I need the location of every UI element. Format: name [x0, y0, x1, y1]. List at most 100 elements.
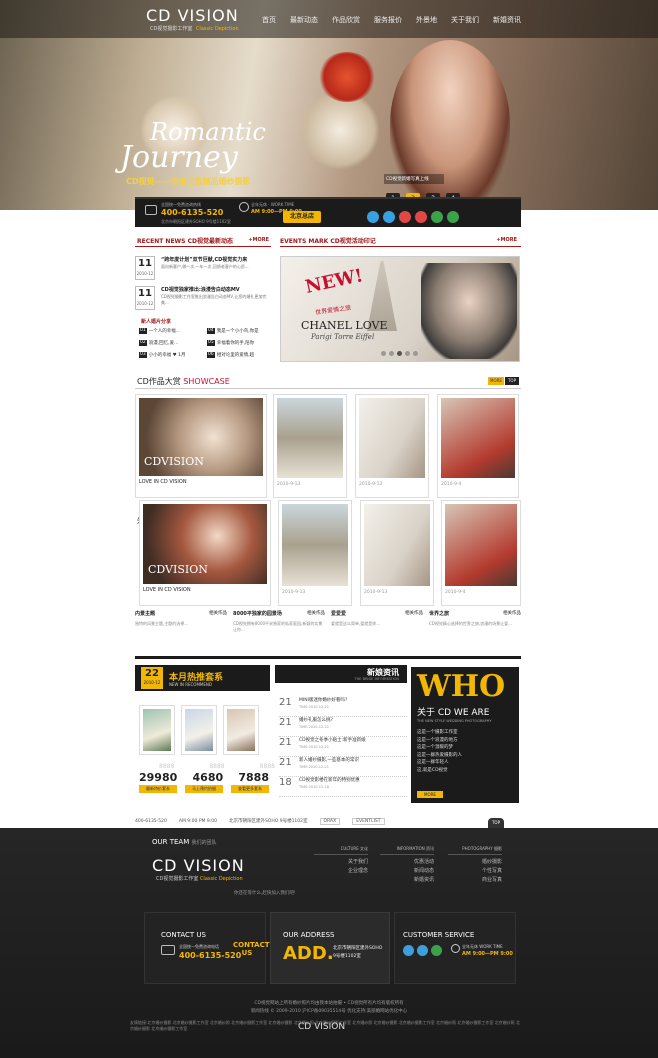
- logo-tagline-en: Classic Depiction: [195, 26, 239, 32]
- who-big: WHO: [417, 669, 506, 704]
- service-icons: [403, 945, 442, 956]
- showcase-item[interactable]: 2010-9-13: [355, 394, 429, 498]
- bride-news-item[interactable]: 21 新人婚纱摄影,一些基本的常识 TIME:2010-12-21: [279, 757, 407, 777]
- showcase-item-featured[interactable]: CDVISION LOVE IN CD VISION: [139, 500, 271, 606]
- share-item[interactable]: 05 幸福着你的手,陪你: [207, 340, 271, 346]
- category-card[interactable]: 爱爱爱 相关作品 爱就是这么简单,爱就是你...: [331, 610, 423, 650]
- hq-button[interactable]: 北京总店: [283, 211, 321, 223]
- share-item[interactable]: 02 浪漫,回忆,爱...: [139, 340, 203, 346]
- back-to-top[interactable]: TOP: [488, 818, 504, 828]
- promo-button[interactable]: 查看更多套系: [231, 785, 269, 793]
- promo-photo[interactable]: [139, 705, 175, 755]
- bride-news-item[interactable]: 21 CD视觉之冬季小贴士:新手准新娘 TIME:2010-12-21: [279, 737, 407, 757]
- promo-photo[interactable]: [223, 705, 259, 755]
- footer-link[interactable]: 企业理念: [314, 867, 368, 874]
- category-link[interactable]: 相关作品: [209, 610, 227, 616]
- category-link[interactable]: 相关作品: [503, 610, 521, 616]
- events-dot-5[interactable]: [413, 351, 418, 356]
- nav-pricing[interactable]: 服务报价: [374, 15, 402, 25]
- promo-button[interactable]: 马上预约拍摄: [185, 785, 223, 793]
- category-desc: 爱就是这么简单,爱就是你...: [331, 621, 381, 626]
- events-banner[interactable]: NEW! 世界爱情之旅 CHANEL LOVE Parigi Torre Eif…: [280, 256, 520, 362]
- promo-photo[interactable]: [181, 705, 217, 755]
- category-link[interactable]: 相关作品: [405, 610, 423, 616]
- msn-icon-2[interactable]: [447, 211, 459, 223]
- recent-news-more[interactable]: +MORE: [248, 237, 269, 243]
- phone-icon: [145, 205, 157, 215]
- news-date-1-ym: 2010-12: [136, 271, 154, 276]
- category-card[interactable]: 内景主题 相关作品 独特的风景主题,主题的选择...: [135, 610, 227, 650]
- promo-button[interactable]: 最新特价套系: [139, 785, 177, 793]
- promo-section: 22 2010-12 本月热推套系 NEW IN RECOMMEND 8888 …: [135, 656, 521, 806]
- bride-news-time: TIME:2010-12-21: [299, 705, 329, 709]
- footer: OUR TEAM 我们的团队 CD VISION CD视觉摄影工作室 Class…: [0, 828, 658, 1058]
- bride-news-day: 18: [279, 777, 292, 788]
- qq-icon-2[interactable]: [383, 211, 395, 223]
- category-link[interactable]: 相关作品: [307, 610, 325, 616]
- promo-day: 22: [145, 668, 159, 679]
- bride-news-item[interactable]: 18 CD视觉影楼在新年的特别优惠 TIME:2010-12-18: [279, 777, 407, 797]
- showcase-date: 2010-9-4: [441, 482, 462, 487]
- footer-link[interactable]: 关于我们: [314, 858, 368, 865]
- news-item-2-title[interactable]: CD视觉独家推出:浪漫告白动态MV: [161, 286, 271, 293]
- showcase-item[interactable]: 2010-9-13: [273, 394, 347, 498]
- footer-tagline-en: Classic Depiction: [199, 876, 243, 882]
- footer-link[interactable]: 婚纱摄影: [448, 858, 502, 865]
- nav-home[interactable]: 首页: [262, 15, 276, 25]
- showcase-title-cn: CD作品大赏: [137, 377, 181, 386]
- showcase-section: CD作品大赏 SHOWCASE MORE TOP CDVISION LOVE I…: [135, 372, 521, 610]
- bride-news-item[interactable]: 21 MINI版迷你婚纱好看吗? TIME:2010-12-21: [279, 697, 407, 717]
- service-clock-icon: [451, 944, 460, 953]
- showcase-item-featured[interactable]: CDVISION LOVE IN CD VISION: [135, 394, 267, 498]
- share-item[interactable]: 04 我是一个小小鸟,你是: [207, 328, 271, 334]
- qq-service-icon-2[interactable]: [417, 945, 428, 956]
- price-value: 4680: [192, 771, 224, 784]
- nav-works[interactable]: 作品欣赏: [332, 15, 360, 25]
- showcase-item[interactable]: 2010-9-4: [441, 500, 521, 606]
- msn-service-icon[interactable]: [431, 945, 442, 956]
- news-item-1-title[interactable]: “跨年度计划”双节巨献,CD视觉实力来: [161, 256, 271, 263]
- share-item[interactable]: 01 一个人的幸福...: [139, 328, 203, 334]
- logo[interactable]: CD VISION: [146, 6, 239, 25]
- bottom-link[interactable]: ORAX: [319, 817, 341, 825]
- events-dot-2[interactable]: [389, 351, 394, 356]
- footer-link[interactable]: 商业写真: [448, 876, 502, 883]
- bottom-link[interactable]: EVENTLIST: [352, 817, 385, 825]
- qq-icon-3[interactable]: [399, 211, 411, 223]
- events-dot-1[interactable]: [381, 351, 386, 356]
- category-card[interactable]: 8000平独家的园景场 相关作品 CD视觉拥有8000平米独家的私家庭园,新颖的…: [233, 610, 325, 650]
- showcase-item[interactable]: 2010-9-4: [437, 394, 519, 498]
- showcase-top-btn[interactable]: TOP: [505, 377, 519, 385]
- nav-locations[interactable]: 外景地: [416, 15, 437, 25]
- msn-icon[interactable]: [431, 211, 443, 223]
- events-dot-3[interactable]: [397, 351, 402, 356]
- showcase-item[interactable]: 2010-9-13: [360, 500, 434, 606]
- showcase-item[interactable]: 2010-9-13: [278, 500, 352, 606]
- address-line1: 北京市朝阳区建外SOHO: [333, 946, 383, 951]
- footer-logo[interactable]: CD VISION: [152, 856, 245, 875]
- who-more-button[interactable]: MORE: [417, 791, 443, 798]
- footer-link[interactable]: 新婚资讯: [380, 876, 434, 883]
- qq-icon-4[interactable]: [415, 211, 427, 223]
- bride-news-item[interactable]: 21 婚纱礼服怎么挑? TIME:2010-12-21: [279, 717, 407, 737]
- price-value: 7888: [238, 771, 269, 784]
- events-more[interactable]: +MORE: [496, 237, 517, 243]
- footer-link[interactable]: 个性写真: [448, 867, 502, 874]
- events-dot-4[interactable]: [405, 351, 410, 356]
- bottom-work: AM 9:00 PM 9:00: [178, 818, 217, 824]
- share-item[interactable]: 06 相对论里的爱情,超: [207, 352, 271, 358]
- qq-service-icon[interactable]: [403, 945, 414, 956]
- nav-news[interactable]: 最新动态: [290, 15, 318, 25]
- category-card[interactable]: 世界之旅 相关作品 CD视觉精心选择的世界之旅,浪漫的场景让爱...: [429, 610, 521, 650]
- nav-bride-info[interactable]: 新婚资讯: [493, 15, 521, 25]
- footer-photo-title: PHOTOGRAPHY 摄影: [448, 846, 502, 855]
- footer-info: INFORMATION 资讯 优惠活动 新闻动态 新婚资讯: [380, 846, 434, 883]
- address-line2: 9号楼1102室: [333, 954, 361, 959]
- showcase-more-btn[interactable]: MORE: [488, 377, 504, 385]
- qq-icon[interactable]: [367, 211, 379, 223]
- footer-link[interactable]: 新闻动态: [380, 867, 434, 874]
- footer-link[interactable]: 优惠活动: [380, 858, 434, 865]
- share-item[interactable]: 03 小小的幸福 ♥ 1月: [139, 352, 203, 358]
- nav-about[interactable]: 关于我们: [451, 15, 479, 25]
- bride-news-day: 21: [279, 697, 292, 708]
